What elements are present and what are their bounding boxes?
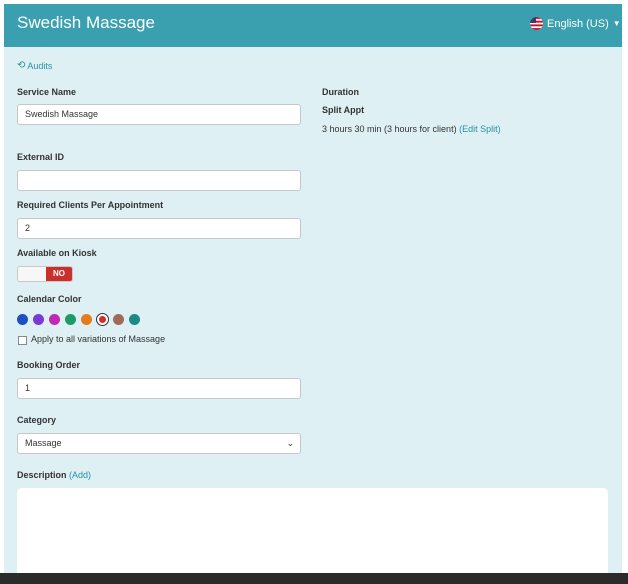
audits-label: Audits [27,60,53,71]
color-swatch[interactable] [33,314,44,325]
service-name-label: Service Name [17,87,77,97]
category-value: Massage [25,438,62,448]
color-swatch[interactable] [129,314,140,325]
description-label: Description (Add) [17,470,91,480]
booking-order-input[interactable]: 1 [17,378,301,399]
color-swatch[interactable] [17,314,28,325]
duration-label: Duration [322,87,359,97]
edit-split-link[interactable]: (Edit Split) [459,124,501,134]
kiosk-toggle[interactable]: NO [17,266,73,282]
bottom-bar [0,573,628,584]
language-label: English (US) [547,17,609,30]
toggle-knob [18,267,48,281]
service-edit-panel: Swedish Massage English (US) ▼ ⟲ Audits … [4,4,622,573]
description-label-text: Description [17,470,67,480]
us-flag-icon [530,17,543,30]
color-swatch[interactable] [65,314,76,325]
calendar-color-label: Calendar Color [17,294,82,304]
service-name-input[interactable]: Swedish Massage [17,104,301,125]
external-id-label: External ID [17,152,65,162]
chevron-down-icon: ⌄ [286,438,294,448]
toggle-state-label: NO [46,267,72,281]
apply-all-label: Apply to all variations of Massage [31,334,166,344]
page-title: Swedish Massage [17,13,155,32]
required-clients-input[interactable]: 2 [17,218,301,239]
audits-link[interactable]: ⟲ Audits [17,60,52,71]
description-editor[interactable] [17,488,608,573]
history-icon: ⟲ [17,60,26,71]
external-id-input[interactable] [17,170,301,191]
color-swatch[interactable] [81,314,92,325]
split-appt-label: Split Appt [322,105,365,115]
language-selector[interactable]: English (US) ▼ [530,17,621,30]
color-swatch[interactable] [49,314,60,325]
required-clients-label: Required Clients Per Appointment [17,200,164,210]
kiosk-label: Available on Kiosk [17,248,97,258]
apply-all-checkbox[interactable] [18,336,27,345]
booking-order-label: Booking Order [17,360,81,370]
color-swatch[interactable] [113,314,124,325]
split-duration-value: 3 hours 30 min (3 hours for client) [322,124,457,134]
split-duration-text: 3 hours 30 min (3 hours for client) (Edi… [322,124,501,134]
category-select[interactable]: Massage ⌄ [17,433,301,454]
caret-down-icon: ▼ [612,19,621,28]
color-swatch[interactable] [97,314,108,325]
description-add-link[interactable]: (Add) [69,470,91,480]
category-label: Category [17,415,57,425]
header-bar: Swedish Massage English (US) ▼ [4,4,622,47]
